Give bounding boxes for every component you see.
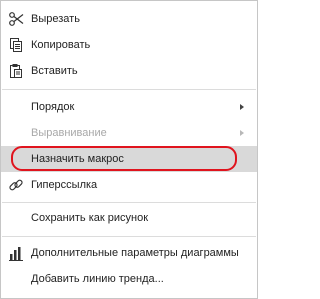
menu-item-add-trendline[interactable]: Добавить линию тренда...: [1, 266, 257, 292]
paste-label: Вставить: [31, 65, 78, 77]
chart-settings-label: Дополнительные параметры диаграммы: [31, 247, 239, 259]
menu-item-paste[interactable]: Вставить: [1, 58, 257, 84]
add-trendline-label: Добавить линию тренда...: [31, 273, 164, 285]
context-menu: Вырезать Копировать Вставить Порядок Выр…: [0, 0, 258, 299]
menu-item-hyperlink[interactable]: Гиперссылка: [1, 172, 257, 198]
align-label: Выравнивание: [31, 127, 107, 139]
menu-item-order[interactable]: Порядок: [1, 94, 257, 120]
menu-separator: [2, 202, 256, 203]
hyperlink-label: Гиперссылка: [31, 179, 98, 191]
copy-label: Копировать: [31, 39, 91, 51]
highlight-annotation: [11, 146, 237, 171]
order-label: Порядок: [31, 101, 75, 113]
menu-item-cut[interactable]: Вырезать: [1, 6, 257, 32]
menu-item-align: Выравнивание: [1, 120, 257, 146]
bar-chart-icon: [8, 245, 24, 261]
menu-separator: [2, 89, 256, 90]
menu-item-save-as-image[interactable]: Сохранить как рисунок: [1, 205, 257, 231]
link-icon: [8, 177, 24, 193]
submenu-arrow-icon: [240, 130, 244, 136]
menu-item-chart-settings[interactable]: Дополнительные параметры диаграммы: [1, 240, 257, 266]
menu-separator: [2, 236, 256, 237]
menu-item-copy[interactable]: Копировать: [1, 32, 257, 58]
copy-icon: [8, 37, 24, 53]
cut-label: Вырезать: [31, 13, 80, 25]
paste-icon: [8, 63, 24, 79]
scissors-icon: [8, 11, 24, 27]
submenu-arrow-icon: [240, 104, 244, 110]
save-as-image-label: Сохранить как рисунок: [31, 212, 149, 224]
